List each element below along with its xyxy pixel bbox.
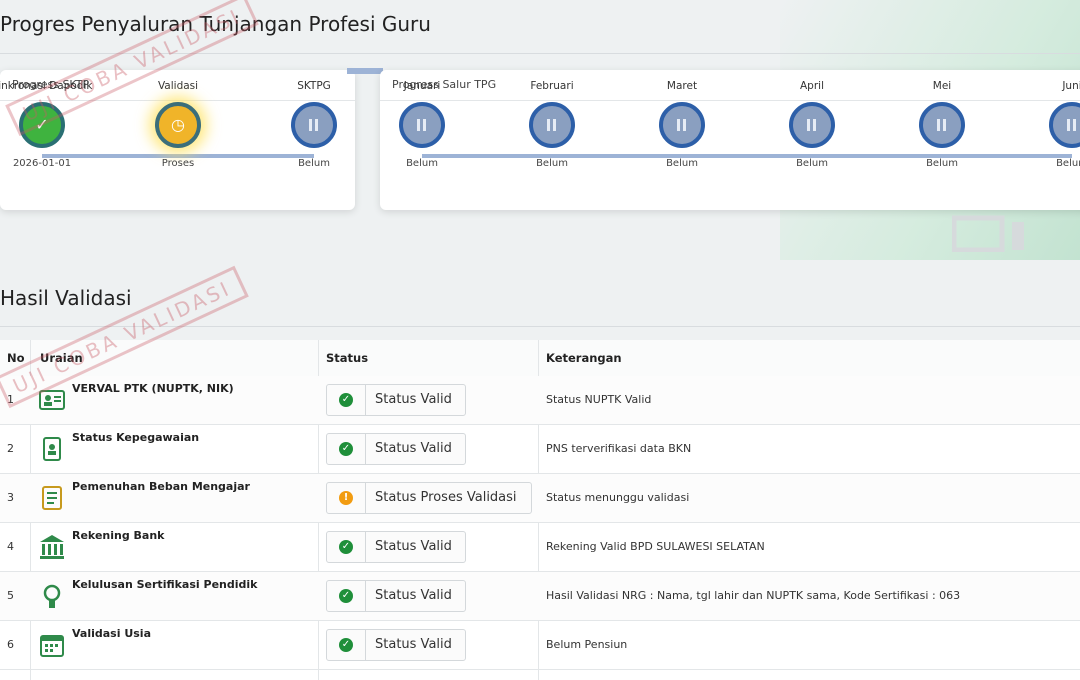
row-keterangan: Rekening Valid BPD SULAWESI SELATAN [546, 540, 765, 553]
row-uraian: Kelulusan Sertifikasi Pendidik [72, 578, 258, 591]
row-uraian: Rekening Bank [72, 529, 165, 542]
step-label: SKTPG [297, 80, 331, 92]
table-header: No Uraian Status Keterangan [0, 340, 1080, 377]
step-status: Belum [796, 158, 828, 169]
table-row: 1 VERVAL PTK (NUPTK, NIK) ✓ Status Valid Sta… [0, 376, 1080, 425]
check-circle-icon: ✓ [327, 630, 366, 660]
row-uraian: VERVAL PTK (NUPTK, NIK) [72, 382, 234, 395]
check-circle-icon: ✓ [327, 581, 366, 611]
table-row: 2 Status Kepegawaian ✓ Status Valid PNS terv… [0, 425, 1080, 474]
check-circle-icon: ✓ [327, 532, 366, 562]
background-decoration-icon [952, 215, 1024, 252]
check-circle-icon: ✓ [327, 434, 366, 464]
section-title-hasil-validasi: Hasil Validasi [0, 286, 132, 310]
step-status: Proses [161, 158, 195, 169]
pause-icon [291, 102, 337, 148]
pause-icon [399, 102, 445, 148]
status-badge[interactable]: ✓ Status Valid [326, 580, 466, 612]
table-row: 5 Kelulusan Sertifikasi Pendidik ✓ Status V… [0, 572, 1080, 621]
status-text: Status Valid [375, 588, 452, 603]
check-circle-icon: ✓ [327, 385, 366, 415]
row-number: 4 [7, 540, 14, 553]
row-number: 6 [7, 638, 14, 651]
warning-circle-icon: ! [327, 483, 366, 513]
step-label: Maret [666, 80, 698, 92]
employee-badge-icon [38, 435, 66, 463]
pause-icon [529, 102, 575, 148]
bank-icon [38, 533, 66, 561]
pause-icon [1049, 102, 1080, 148]
clock-icon: ◷ [155, 102, 201, 148]
step-status: Belum [666, 158, 698, 169]
award-icon [38, 582, 66, 610]
table-row: 6 Validasi Usia ✓ Status Valid Belum Pensiun [0, 621, 1080, 670]
pause-icon [919, 102, 965, 148]
step-label: Juni [1062, 80, 1080, 92]
tpg-progress-card: Progress Salur TPG Januari Belum Februari B… [380, 70, 1080, 210]
step-status: Belum [298, 158, 330, 169]
status-text: Status Valid [375, 539, 452, 554]
step-status: 2026-01-01 [12, 158, 72, 169]
step-label: Januari [403, 80, 441, 92]
table-row: 4 Rekening Bank ✓ Status Valid Rekening Vali… [0, 523, 1080, 572]
column-header-keterangan: Keterangan [546, 351, 622, 365]
calendar-icon [38, 631, 66, 659]
status-badge[interactable]: ✓ Status Valid [326, 384, 466, 416]
validation-table: No Uraian Status Keterangan 1 VERVAL PTK … [0, 340, 1080, 680]
status-badge[interactable]: ✓ Status Valid [326, 531, 466, 563]
row-uraian: Status Kepegawaian [72, 431, 200, 444]
row-keterangan: PNS terverifikasi data BKN [546, 442, 692, 455]
status-badge[interactable]: ! Status Proses Validasi [326, 482, 532, 514]
row-keterangan: Status menunggu validasi [546, 491, 690, 504]
row-uraian: Pemenuhan Beban Mengajar [72, 480, 250, 493]
status-text: Status Valid [375, 441, 452, 456]
row-keterangan: Status NUPTK Valid [546, 393, 652, 406]
step-status: Belum [1056, 158, 1080, 169]
row-keterangan: Hasil Validasi NRG : Nama, tgl lahir dan… [546, 589, 961, 602]
table-row: 3 Pemenuhan Beban Mengajar! Status Proses … [0, 474, 1080, 523]
row-keterangan: Belum Pensiun [546, 638, 628, 651]
pause-icon [659, 102, 705, 148]
row-number: 3 [7, 491, 14, 504]
status-text: Status Proses Validasi [375, 490, 517, 505]
row-uraian: Validasi Usia [72, 627, 151, 640]
step-label: Februari [530, 80, 574, 92]
step-label: Mei [932, 80, 952, 92]
status-text: Status Valid [375, 637, 452, 652]
status-badge[interactable]: ✓ Status Valid [326, 629, 466, 661]
column-header-status: Status [326, 351, 369, 365]
step-label: April [800, 80, 824, 92]
card-accent [347, 68, 383, 74]
step-status: Belum [406, 158, 438, 169]
step-status: Belum [926, 158, 958, 169]
status-text: Status Valid [375, 392, 452, 407]
status-badge[interactable]: ✓ Status Valid [326, 433, 466, 465]
notebook-icon [38, 484, 66, 512]
row-number: 5 [7, 589, 14, 602]
step-status: Belum [536, 158, 568, 169]
row-number: 2 [7, 442, 14, 455]
column-header-no: No [7, 351, 25, 365]
pause-icon [789, 102, 835, 148]
